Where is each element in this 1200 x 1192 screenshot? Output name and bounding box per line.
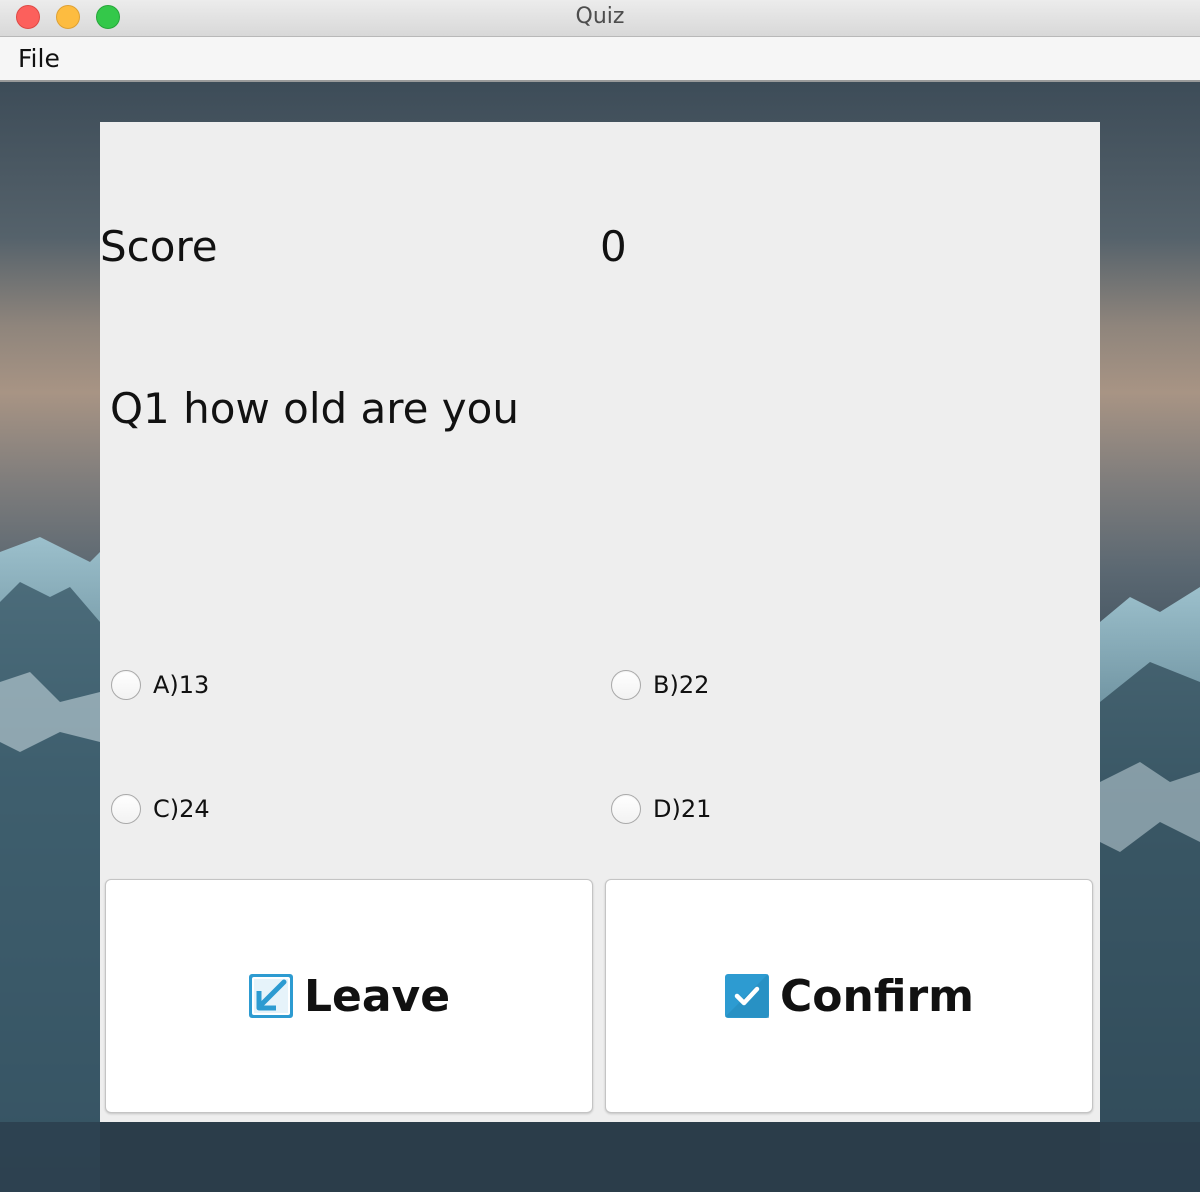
option-b[interactable]: B)22 <box>611 668 709 702</box>
quiz-panel: Score 0 Q1 how old are you A)13 B)22 C)2… <box>100 122 1100 1122</box>
window-title: Quiz <box>575 4 625 29</box>
checkbox-check-icon <box>724 974 769 1018</box>
confirm-button[interactable]: Confirm <box>605 879 1093 1113</box>
option-a-radio[interactable] <box>111 670 141 700</box>
score-label: Score <box>100 222 218 271</box>
option-d[interactable]: D)21 <box>611 792 711 826</box>
option-b-label: B)22 <box>653 671 710 699</box>
option-c-label: C)24 <box>153 795 210 823</box>
score-value: 0 <box>600 222 627 271</box>
leave-button[interactable]: Leave <box>105 879 593 1113</box>
option-a-label: A)13 <box>153 671 210 699</box>
option-c-radio[interactable] <box>111 794 141 824</box>
option-c[interactable]: C)24 <box>111 792 210 826</box>
option-d-label: D)21 <box>653 795 712 823</box>
option-b-radio[interactable] <box>611 670 641 700</box>
title-bar: Quiz <box>0 0 1200 37</box>
option-d-radio[interactable] <box>611 794 641 824</box>
leave-label: Leave <box>303 970 451 1022</box>
option-a[interactable]: A)13 <box>111 668 209 702</box>
confirm-label: Confirm <box>779 970 974 1022</box>
exit-arrow-icon <box>248 974 293 1018</box>
menu-file[interactable]: File <box>18 44 60 73</box>
question-text: Q1 how old are you <box>110 384 519 433</box>
menu-bar: File <box>0 37 1200 82</box>
